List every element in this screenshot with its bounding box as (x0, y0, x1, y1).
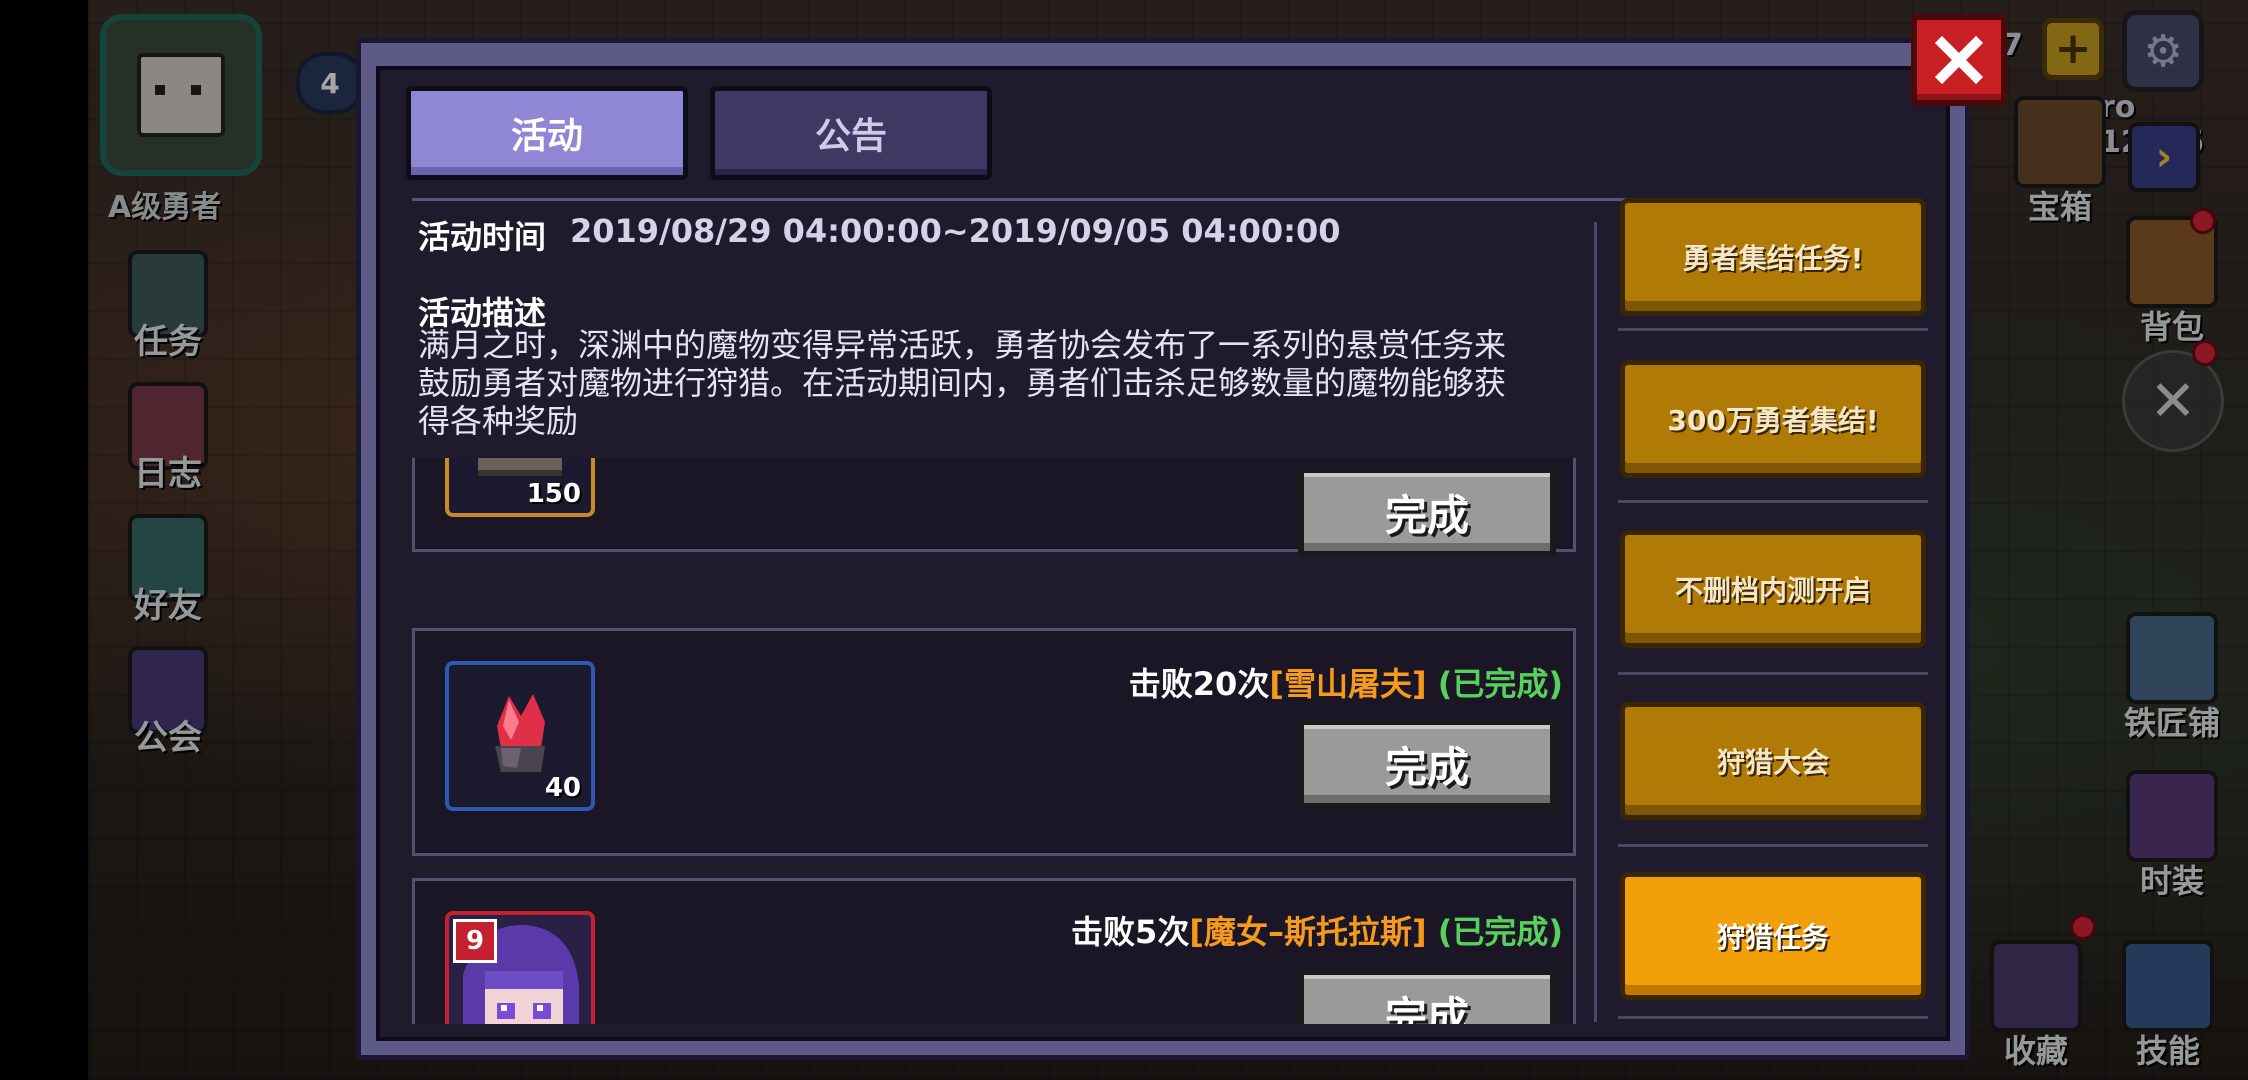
modal-close-button[interactable] (1911, 14, 2007, 106)
event-item-hero-assembly[interactable]: 勇者集结任务! (1620, 198, 1926, 316)
reward-count: 40 (544, 773, 581, 803)
complete-button[interactable]: 完成 (1298, 719, 1556, 809)
task-card: 150 完成 (412, 458, 1576, 557)
completed-status: (已完成) (1437, 913, 1563, 951)
divider (1618, 672, 1928, 675)
event-time-value: 2019/08/29 04:00:00~2019/09/05 04:00:00 (570, 212, 1341, 250)
task-list[interactable]: 150 完成 击败20次[雪山屠夫] (已完成) 40 完成 击败5次[魔女–斯… (410, 458, 1578, 1024)
event-item-beta-open[interactable]: 不删档内测开启 (1620, 530, 1926, 648)
event-item-3m-heroes[interactable]: 300万勇者集结! (1620, 360, 1926, 478)
tab-announcements[interactable]: 公告 (710, 86, 992, 180)
divider (1618, 844, 1928, 847)
monster-name: [雪山屠夫] (1269, 665, 1427, 703)
complete-button[interactable]: 完成 (1298, 467, 1556, 557)
divider (1618, 500, 1928, 503)
event-description: 满月之时，深渊中的魔物变得异常活跃，勇者协会发布了一系列的悬赏任务来 鼓励勇者对… (418, 326, 1507, 440)
hero-level-badge: 9 (453, 919, 497, 963)
task-requirement: 击败5次[魔女–斯托拉斯] (已完成) (1071, 913, 1563, 951)
tab-events[interactable]: 活动 (406, 86, 688, 180)
task-requirement: 击败20次[雪山屠夫] (已完成) (1128, 665, 1563, 703)
red-crystal-icon (495, 694, 545, 772)
complete-button[interactable]: 完成 (1298, 969, 1556, 1024)
reward-count: 150 (526, 479, 581, 509)
event-item-hunting-contest[interactable]: 狩猎大会 (1620, 702, 1926, 820)
reward-slot[interactable]: 40 (445, 661, 595, 811)
reward-slot[interactable]: 9 (445, 911, 595, 1024)
divider (1618, 328, 1928, 331)
column-divider (1594, 222, 1597, 1022)
close-icon (1934, 35, 1984, 85)
divider (1618, 1016, 1928, 1019)
event-time-label: 活动时间 (418, 218, 547, 256)
task-card: 击败20次[雪山屠夫] (已完成) 40 完成 (412, 628, 1576, 856)
completed-status: (已完成) (1437, 665, 1563, 703)
monster-name: [魔女–斯托拉斯] (1189, 913, 1427, 951)
reward-slot[interactable]: 150 (445, 458, 595, 517)
event-item-hunting-quest[interactable]: 狩猎任务 (1620, 872, 1926, 1000)
task-card: 击败5次[魔女–斯托拉斯] (已完成) 9 完成 (412, 878, 1576, 1024)
